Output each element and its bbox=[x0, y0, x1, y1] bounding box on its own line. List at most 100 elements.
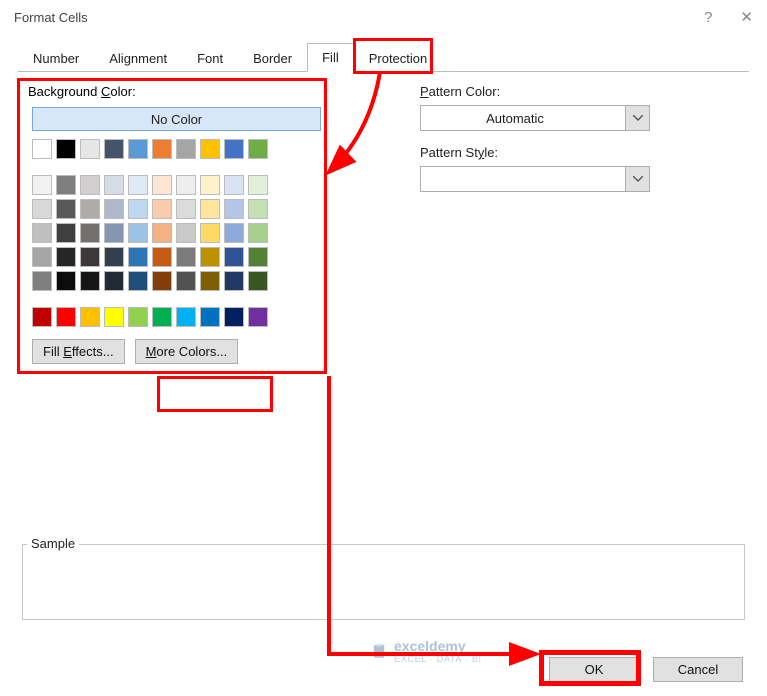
color-swatch[interactable] bbox=[104, 247, 124, 267]
annotation-arrow-fill-to-bg bbox=[325, 72, 395, 187]
color-swatch[interactable] bbox=[176, 247, 196, 267]
color-swatch[interactable] bbox=[224, 247, 244, 267]
pattern-style-label: Pattern Style: bbox=[420, 145, 660, 160]
annotation-arrow-bg-to-ok bbox=[325, 374, 565, 679]
pattern-color-label: Pattern Color: bbox=[420, 84, 660, 99]
close-icon[interactable]: ✕ bbox=[740, 10, 753, 25]
color-swatch[interactable] bbox=[32, 247, 52, 267]
color-swatch[interactable] bbox=[104, 199, 124, 219]
color-swatch[interactable] bbox=[176, 139, 196, 159]
color-swatch[interactable] bbox=[224, 307, 244, 327]
color-swatch[interactable] bbox=[104, 223, 124, 243]
color-swatch[interactable] bbox=[224, 271, 244, 291]
color-swatch[interactable] bbox=[176, 199, 196, 219]
color-swatch[interactable] bbox=[80, 307, 100, 327]
color-swatch[interactable] bbox=[80, 271, 100, 291]
color-swatch[interactable] bbox=[56, 199, 76, 219]
color-swatch[interactable] bbox=[80, 175, 100, 195]
tab-fill[interactable]: Fill bbox=[307, 43, 354, 72]
tab-number[interactable]: Number bbox=[18, 44, 94, 72]
color-swatch[interactable] bbox=[104, 139, 124, 159]
color-swatch[interactable] bbox=[56, 223, 76, 243]
color-swatch[interactable] bbox=[152, 223, 172, 243]
color-swatch[interactable] bbox=[128, 271, 148, 291]
color-swatch[interactable] bbox=[80, 223, 100, 243]
color-swatch[interactable] bbox=[152, 247, 172, 267]
sample-label: Sample bbox=[27, 536, 79, 551]
color-swatch[interactable] bbox=[176, 271, 196, 291]
color-swatch[interactable] bbox=[200, 307, 220, 327]
color-swatch[interactable] bbox=[200, 139, 220, 159]
color-swatch[interactable] bbox=[32, 271, 52, 291]
color-swatch[interactable] bbox=[200, 199, 220, 219]
color-swatch[interactable] bbox=[176, 175, 196, 195]
color-swatch[interactable] bbox=[248, 199, 268, 219]
color-swatch[interactable] bbox=[32, 199, 52, 219]
color-swatch[interactable] bbox=[152, 199, 172, 219]
chevron-down-icon bbox=[625, 106, 649, 130]
color-swatch[interactable] bbox=[200, 223, 220, 243]
color-swatch[interactable] bbox=[56, 307, 76, 327]
color-swatch[interactable] bbox=[104, 271, 124, 291]
pattern-color-dropdown[interactable]: Automatic bbox=[420, 105, 650, 131]
color-swatch[interactable] bbox=[200, 175, 220, 195]
color-swatch[interactable] bbox=[200, 271, 220, 291]
color-swatch[interactable] bbox=[56, 247, 76, 267]
color-swatch[interactable] bbox=[224, 199, 244, 219]
color-swatch[interactable] bbox=[176, 223, 196, 243]
color-swatch[interactable] bbox=[128, 199, 148, 219]
color-swatch[interactable] bbox=[248, 271, 268, 291]
color-swatch[interactable] bbox=[224, 139, 244, 159]
color-swatch[interactable] bbox=[128, 247, 148, 267]
tab-font[interactable]: Font bbox=[182, 44, 238, 72]
color-swatch[interactable] bbox=[152, 271, 172, 291]
color-swatch[interactable] bbox=[32, 307, 52, 327]
color-swatch[interactable] bbox=[248, 223, 268, 243]
theme-color-row bbox=[32, 139, 327, 159]
pattern-section: Pattern Color: Automatic Pattern Style: bbox=[420, 84, 660, 206]
background-color-label: Background Color: bbox=[28, 84, 327, 99]
color-swatch[interactable] bbox=[152, 307, 172, 327]
color-swatch[interactable] bbox=[152, 139, 172, 159]
tab-strip: Number Alignment Font Border Fill Protec… bbox=[0, 34, 767, 71]
color-swatch[interactable] bbox=[56, 175, 76, 195]
color-swatch[interactable] bbox=[248, 175, 268, 195]
color-swatch[interactable] bbox=[80, 247, 100, 267]
color-swatch[interactable] bbox=[200, 247, 220, 267]
standard-color-row bbox=[32, 307, 327, 327]
color-swatch[interactable] bbox=[104, 307, 124, 327]
color-swatch[interactable] bbox=[128, 139, 148, 159]
more-colors-button[interactable]: More Colors... bbox=[135, 339, 239, 364]
color-swatch[interactable] bbox=[80, 139, 100, 159]
color-swatch[interactable] bbox=[32, 139, 52, 159]
window-title: Format Cells bbox=[14, 10, 88, 25]
color-swatch[interactable] bbox=[32, 223, 52, 243]
color-swatch[interactable] bbox=[248, 247, 268, 267]
tab-alignment[interactable]: Alignment bbox=[94, 44, 182, 72]
chevron-down-icon bbox=[625, 167, 649, 191]
pattern-style-dropdown[interactable] bbox=[420, 166, 650, 192]
color-swatch[interactable] bbox=[128, 307, 148, 327]
color-swatch[interactable] bbox=[80, 199, 100, 219]
help-icon[interactable]: ? bbox=[704, 10, 712, 25]
color-swatch[interactable] bbox=[56, 139, 76, 159]
cancel-button[interactable]: Cancel bbox=[653, 657, 743, 682]
color-swatch[interactable] bbox=[128, 175, 148, 195]
color-swatch[interactable] bbox=[104, 175, 124, 195]
fill-effects-button[interactable]: Fill Effects... bbox=[32, 339, 125, 364]
color-swatch[interactable] bbox=[248, 139, 268, 159]
color-swatch[interactable] bbox=[224, 175, 244, 195]
no-color-button[interactable]: No Color bbox=[32, 107, 321, 131]
background-color-section: Background Color: No Color Fill Effects.… bbox=[22, 84, 327, 364]
color-swatch[interactable] bbox=[56, 271, 76, 291]
color-swatch[interactable] bbox=[176, 307, 196, 327]
color-swatch[interactable] bbox=[128, 223, 148, 243]
tab-border[interactable]: Border bbox=[238, 44, 307, 72]
color-swatch[interactable] bbox=[248, 307, 268, 327]
color-swatch[interactable] bbox=[152, 175, 172, 195]
tab-protection[interactable]: Protection bbox=[354, 44, 443, 72]
title-bar: Format Cells ? ✕ bbox=[0, 0, 767, 34]
color-swatch[interactable] bbox=[32, 175, 52, 195]
theme-color-shades bbox=[32, 175, 327, 291]
color-swatch[interactable] bbox=[224, 223, 244, 243]
